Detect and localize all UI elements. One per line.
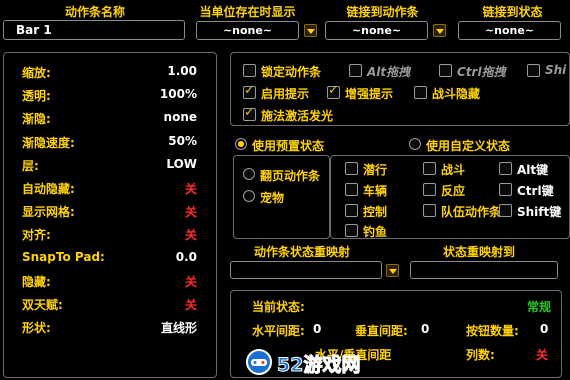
pet-radio[interactable]	[243, 190, 255, 202]
page-bar-label: 翻页动作条	[260, 169, 321, 183]
h-spacing-label: 水平间距:	[252, 324, 305, 338]
stealth-label: 潜行	[363, 163, 388, 177]
columns-label: 列数:	[466, 348, 495, 362]
use-custom-label: 使用自定义状态	[426, 139, 511, 153]
setting-label: 层:	[22, 159, 39, 173]
vehicle-label: 车辆	[363, 184, 388, 198]
setting-label: 渐隐:	[22, 112, 51, 126]
bar-name-input[interactable]: Bar 1	[3, 20, 185, 40]
ctrl-drag-checkbox[interactable]	[439, 64, 452, 77]
columns-value: 关	[536, 348, 549, 362]
page-bar-radio[interactable]	[243, 168, 255, 180]
setting-value[interactable]: LOW	[166, 157, 197, 171]
enable-tooltip-checkbox[interactable]	[243, 83, 256, 99]
shift-drag-label: Shi	[545, 63, 567, 77]
ctrl-key-checkbox[interactable]	[499, 183, 512, 196]
bar-name-label: 动作条名称	[64, 5, 125, 19]
watermark-text: 52游戏网	[276, 354, 361, 377]
v-spacing-label: 垂直间距:	[355, 324, 408, 338]
setting-value[interactable]: 关	[185, 296, 197, 313]
control-checkbox[interactable]	[345, 204, 358, 217]
link-bar-dropdown[interactable]: ~none~	[325, 21, 428, 40]
setting-label: SnapTo Pad:	[22, 250, 105, 264]
vehicle-checkbox[interactable]	[345, 183, 358, 196]
setting-value[interactable]: 关	[185, 180, 197, 197]
setting-value[interactable]: 直线形	[161, 319, 197, 336]
setting-label: 双天赋:	[22, 298, 63, 312]
setting-value[interactable]: 50%	[168, 134, 197, 148]
setting-value[interactable]: 关	[185, 273, 197, 290]
show-when-unit-label: 当单位存在时显示	[199, 5, 296, 19]
show-when-unit-dropdown[interactable]: ~none~	[196, 21, 299, 40]
use-custom-radio[interactable]	[409, 138, 421, 150]
setting-value[interactable]: 关	[185, 203, 197, 220]
ctrl-drag-label: Ctrl拖拽	[457, 65, 506, 79]
link-state-label: 链接到状态	[482, 5, 543, 19]
hide-in-combat-checkbox[interactable]	[414, 86, 427, 99]
reaction-label: 反应	[441, 184, 466, 198]
shift-key-checkbox[interactable]	[499, 204, 512, 217]
button-count-label: 按钮数量:	[466, 324, 519, 338]
lock-bar-label: 锁定动作条	[261, 65, 322, 79]
control-label: 控制	[363, 205, 388, 219]
party-bar-label: 队伍动作条	[441, 205, 502, 219]
fishing-checkbox[interactable]	[345, 224, 358, 237]
setting-label: 显示网格:	[22, 205, 75, 219]
setting-label: 自动隐藏:	[22, 182, 75, 196]
site-watermark-logo: 52游戏网	[245, 348, 375, 377]
combat-checkbox[interactable]	[423, 162, 436, 175]
hide-in-combat-label: 战斗隐藏	[432, 87, 481, 101]
setting-value[interactable]: 1.00	[167, 64, 197, 78]
reaction-checkbox[interactable]	[423, 183, 436, 196]
lock-bar-checkbox[interactable]	[243, 64, 256, 77]
state-remap-to-label: 状态重映射到	[443, 245, 516, 259]
enhanced-tooltip-label: 增强提示	[345, 87, 394, 101]
ctrl-key-label: Ctrl键	[517, 184, 554, 198]
use-preset-radio[interactable]	[235, 138, 247, 150]
setting-value[interactable]: none	[164, 110, 197, 124]
bar-state-remap-dropdown-button[interactable]	[386, 264, 399, 277]
setting-label: 形状:	[22, 321, 51, 335]
setting-label: 透明:	[22, 89, 51, 103]
combat-label: 战斗	[441, 163, 466, 177]
v-spacing-value: 0	[421, 322, 430, 336]
enhanced-tooltip-checkbox[interactable]	[327, 83, 340, 99]
bar-state-remap-label: 动作条状态重映射	[254, 245, 351, 259]
bar-state-remap-dropdown[interactable]	[230, 261, 382, 279]
button-count-value: 0	[540, 322, 549, 336]
enable-tooltip-label: 启用提示	[261, 87, 310, 101]
setting-value[interactable]: 0.0	[176, 250, 197, 264]
setting-label: 隐藏:	[22, 275, 51, 289]
fishing-label: 钓鱼	[363, 225, 388, 239]
h-spacing-value: 0	[313, 322, 322, 336]
shift-key-label: Shift键	[517, 205, 562, 219]
link-bar-dropdown-button[interactable]	[433, 24, 446, 37]
pet-label: 宠物	[260, 191, 285, 205]
shift-drag-checkbox[interactable]	[527, 64, 540, 77]
show-when-unit-dropdown-button[interactable]	[304, 24, 317, 37]
state-remap-to-dropdown[interactable]	[410, 261, 558, 279]
spell-glow-label: 施法激活发光	[261, 109, 334, 123]
link-bar-label: 链接到动作条	[346, 5, 419, 19]
setting-label: 缩放:	[22, 66, 51, 80]
party-bar-checkbox[interactable]	[423, 204, 436, 217]
setting-value[interactable]: 关	[185, 226, 197, 243]
alt-drag-label: Alt拖拽	[367, 65, 411, 79]
setting-label: 对齐:	[22, 228, 51, 242]
link-state-dropdown[interactable]: ~none~	[458, 21, 561, 40]
current-state-value: 常规	[527, 300, 552, 314]
current-state-label: 当前状态:	[252, 300, 305, 314]
alt-drag-checkbox[interactable]	[349, 64, 362, 77]
setting-label: 渐隐速度:	[22, 136, 75, 150]
setting-value[interactable]: 100%	[160, 87, 197, 101]
use-preset-label: 使用预置状态	[252, 139, 325, 153]
spell-glow-checkbox[interactable]	[243, 105, 256, 121]
alt-key-label: Alt键	[517, 163, 549, 177]
alt-key-checkbox[interactable]	[499, 162, 512, 175]
stealth-checkbox[interactable]	[345, 162, 358, 175]
